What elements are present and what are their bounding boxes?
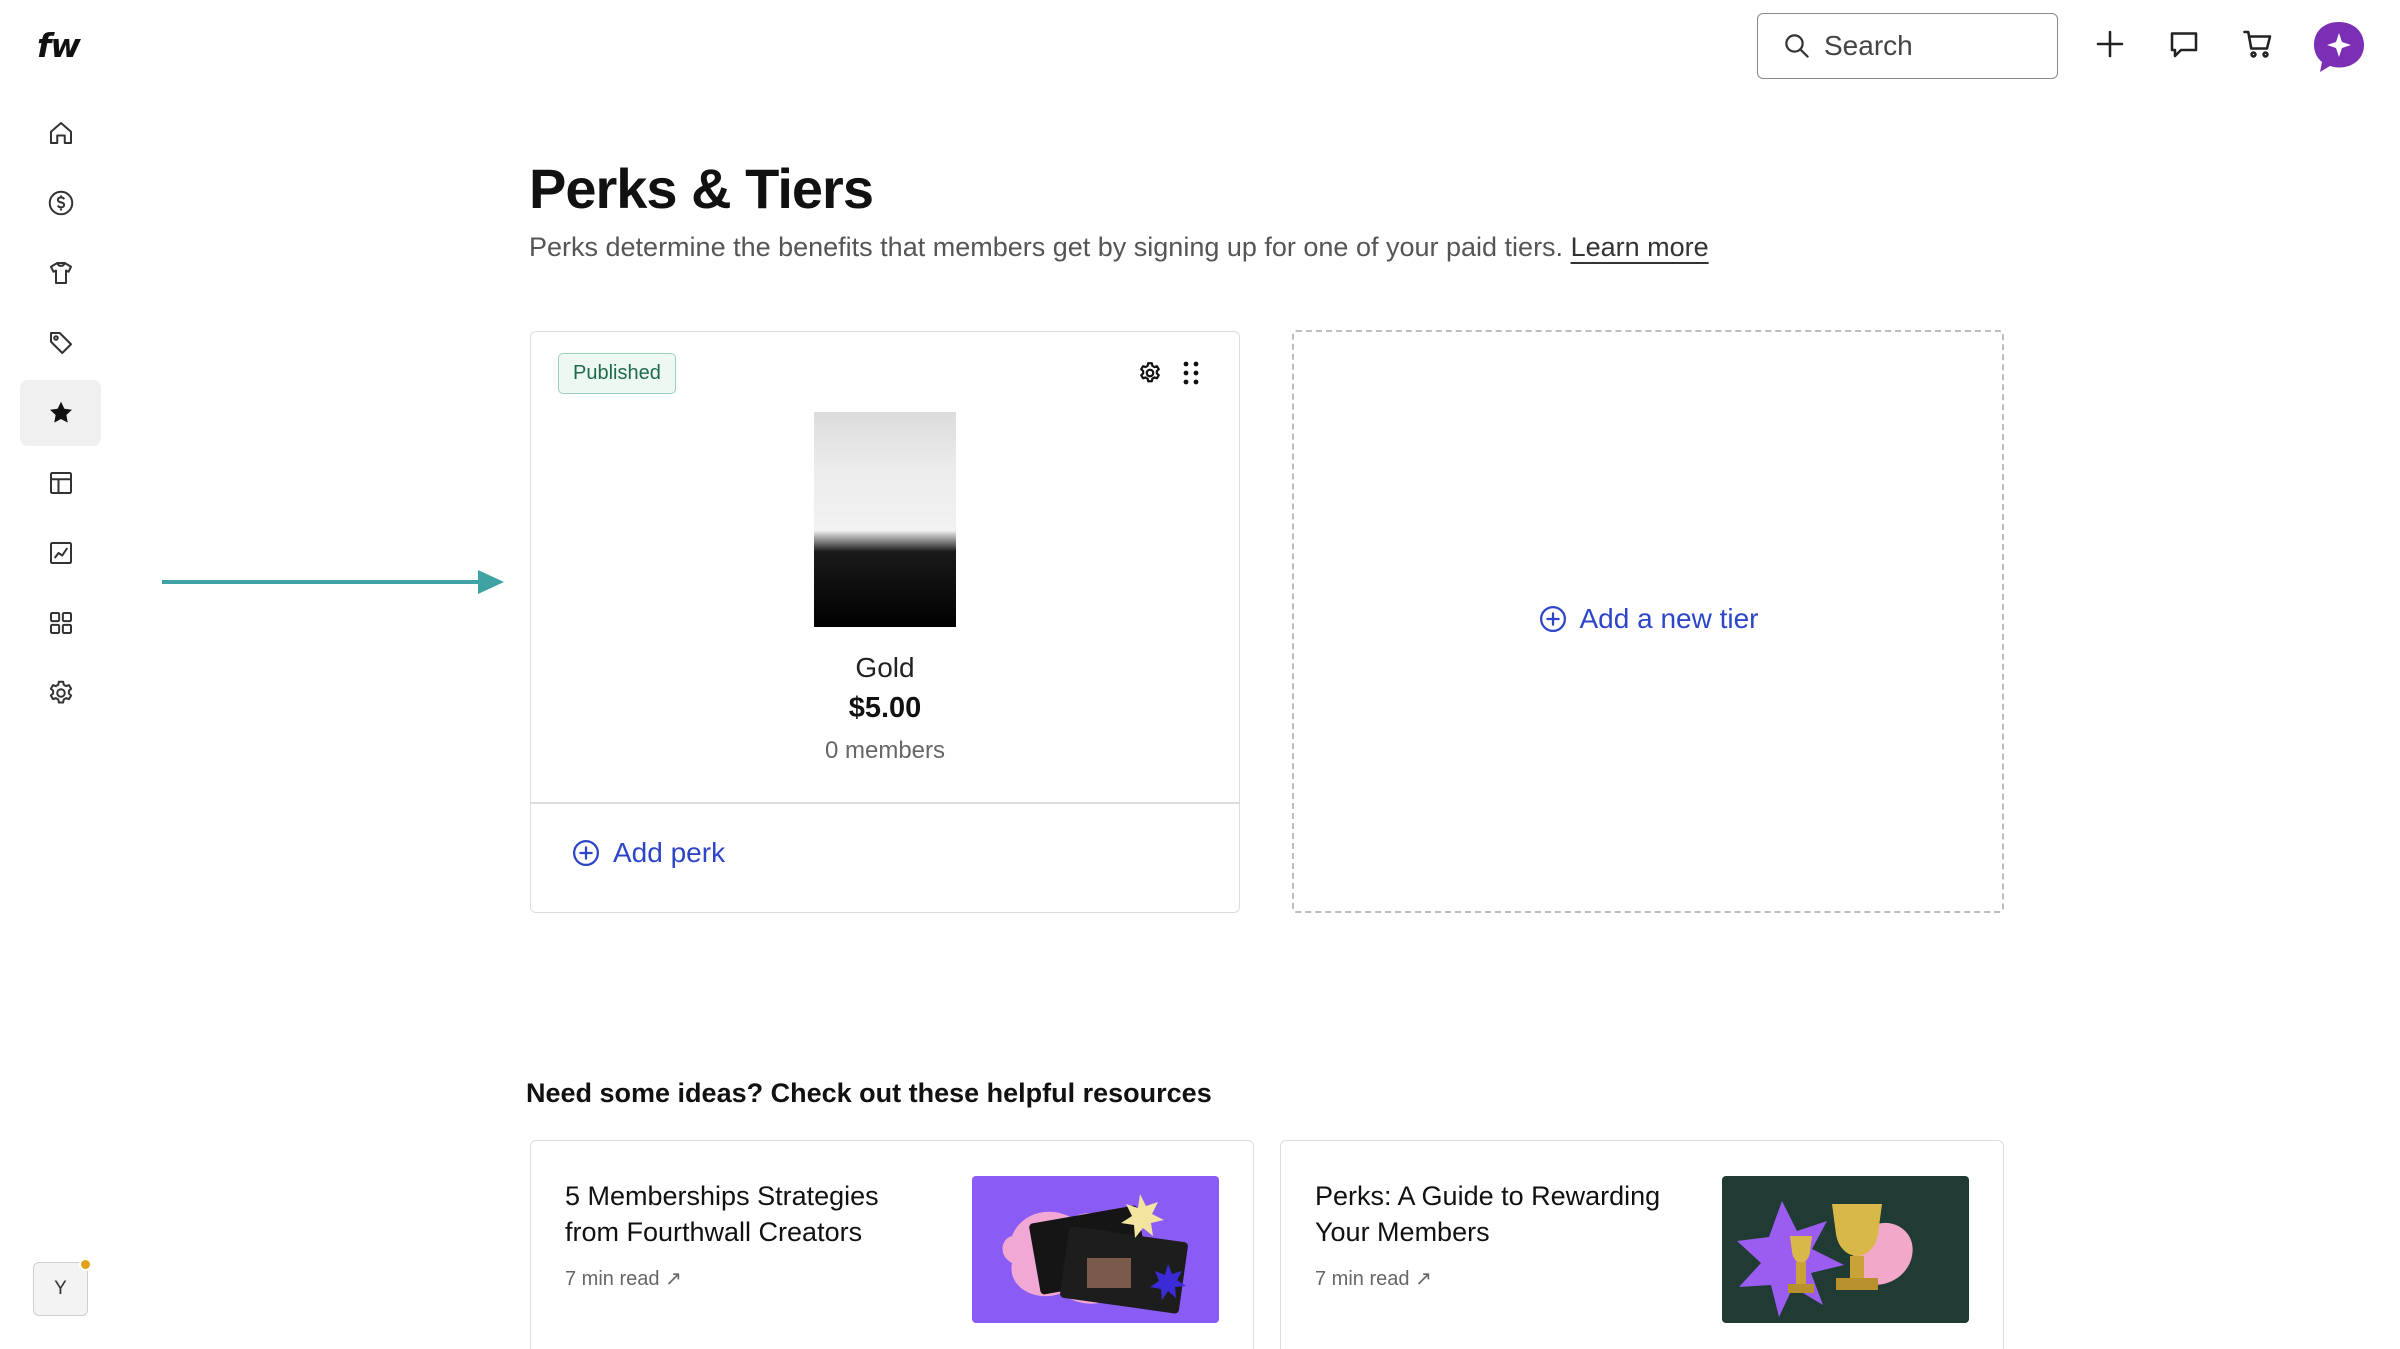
star-icon (49, 401, 72, 423)
external-link-icon: ↗ (1415, 1268, 1432, 1290)
tier-settings-icon[interactable] (1137, 360, 1163, 386)
add-new-tier-card[interactable]: Add a new tier (1292, 330, 2004, 913)
sidebar-item-analytics[interactable] (20, 520, 101, 586)
tier-name: Gold (855, 652, 915, 683)
page-description: Perks determine the benefits that member… (529, 232, 1709, 263)
resource-thumbnail (1722, 1176, 1969, 1323)
resource-title: Perks: A Guide to Rewarding Your Members (1315, 1181, 1661, 1247)
thumbnail-illustration (1002, 1194, 1188, 1314)
read-time: 7 min read (565, 1268, 660, 1290)
create-button[interactable] (2090, 24, 2130, 64)
learn-more-link[interactable]: Learn more (1571, 232, 1709, 262)
search-placeholder: Search (1824, 30, 1913, 61)
tier-price: $5.00 (848, 692, 922, 724)
shirt-icon (49, 262, 72, 284)
sidebar-item-products[interactable] (20, 240, 101, 306)
tier-image (814, 412, 956, 627)
description-text: Perks determine the benefits that member… (529, 232, 1564, 262)
sidebar-item-settings[interactable] (20, 660, 101, 726)
resources-heading: Need some ideas? Check out these helpful… (526, 1078, 1212, 1108)
chat-icon (2170, 32, 2198, 58)
sidebar-item-home[interactable] (20, 100, 101, 166)
home-icon (49, 122, 72, 144)
cart-button[interactable] (2238, 24, 2278, 64)
drag-handle-icon[interactable] (1180, 360, 1202, 386)
ai-assistant-button[interactable] (2311, 20, 2367, 74)
tag-icon (49, 332, 72, 354)
annotation-arrow (162, 570, 504, 594)
sidebar-nav (20, 100, 101, 730)
add-perk-label: Add perk (613, 837, 726, 868)
layout-icon (49, 472, 72, 494)
plus-icon (2096, 30, 2124, 58)
user-initial: Y (54, 1278, 67, 1299)
tier-member-count: 0 members (824, 737, 946, 764)
card-divider (531, 802, 1239, 804)
sidebar-item-money[interactable] (20, 170, 101, 236)
resource-title: 5 Memberships Strategies from Fourthwall… (565, 1181, 879, 1247)
add-new-tier-label: Add a new tier (1579, 603, 1759, 634)
sidebar-item-promotions[interactable] (20, 310, 101, 376)
resource-card[interactable]: Perks: A Guide to Rewarding Your Members… (1280, 1140, 2004, 1349)
resource-meta: 7 min read ↗ (1315, 1266, 1432, 1291)
external-link-icon: ↗ (665, 1268, 682, 1290)
dollar-icon (48, 190, 73, 216)
resource-card[interactable]: 5 Memberships Strategies from Fourthwall… (530, 1140, 1254, 1349)
add-new-tier-button[interactable]: Add a new tier (1538, 603, 1759, 635)
read-time: 7 min read (1315, 1268, 1410, 1290)
add-perk-button[interactable]: Add perk (571, 837, 725, 869)
resource-meta: 7 min read ↗ (565, 1266, 682, 1291)
sidebar-item-memberships[interactable] (20, 380, 101, 446)
page-title: Perks & Tiers (529, 157, 874, 220)
cart-icon (2243, 30, 2272, 58)
thumbnail-illustration (1737, 1201, 1913, 1317)
sidebar-item-site[interactable] (20, 450, 101, 516)
grid-icon (49, 612, 72, 634)
notification-dot (79, 1258, 92, 1271)
status-badge: Published (558, 353, 676, 394)
chart-icon (49, 542, 72, 564)
tier-card[interactable]: Published Gold $5.00 0 members Add perk (530, 331, 1240, 913)
gear-icon (49, 680, 72, 704)
messages-button[interactable] (2164, 24, 2204, 64)
plus-circle-icon (1539, 606, 1566, 632)
sidebar-item-apps[interactable] (20, 590, 101, 656)
sparkle-icon (2314, 22, 2364, 72)
user-avatar[interactable]: Y (33, 1258, 92, 1316)
plus-circle-icon (573, 840, 599, 866)
resource-thumbnail (972, 1176, 1219, 1323)
search-icon (1785, 34, 1809, 58)
search-input[interactable]: Search (1757, 13, 2058, 79)
fourthwall-logo[interactable]: fw (37, 26, 81, 65)
